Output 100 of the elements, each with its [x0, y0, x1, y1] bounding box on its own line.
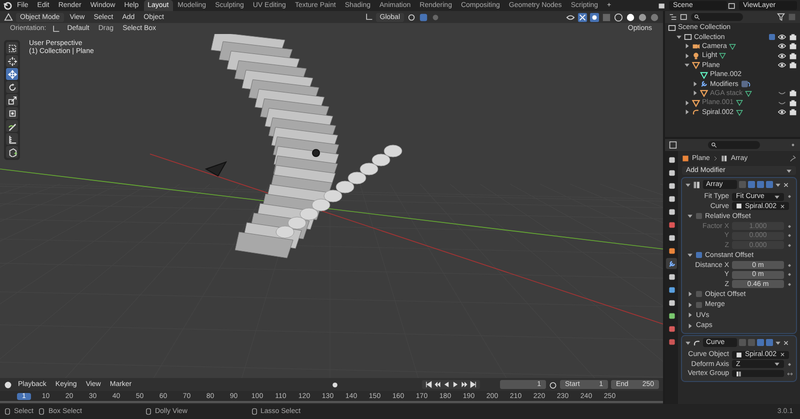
- tool-button[interactable]: [6, 94, 18, 106]
- stopwatch-icon[interactable]: [549, 380, 557, 388]
- pin-icon[interactable]: [789, 155, 796, 162]
- camera-icon[interactable]: [789, 89, 797, 98]
- properties-tab[interactable]: [666, 180, 677, 191]
- swap-arrows-icon[interactable]: [787, 370, 793, 376]
- camera-icon[interactable]: [789, 52, 797, 60]
- expand-arrow-icon[interactable]: [692, 81, 698, 88]
- tool-button[interactable]: [6, 107, 18, 119]
- close-icon[interactable]: [783, 340, 789, 346]
- properties-tab[interactable]: [666, 245, 677, 256]
- caret-icon[interactable]: [774, 361, 780, 367]
- expand-arrow-icon[interactable]: [684, 109, 690, 116]
- play-reverse-icon[interactable]: [442, 381, 450, 388]
- properties-tab[interactable]: [666, 206, 677, 217]
- wireframe-shading-icon[interactable]: [614, 12, 623, 22]
- properties-tab[interactable]: [666, 167, 677, 178]
- modifier-toggle[interactable]: [739, 181, 746, 188]
- play-icon[interactable]: [452, 381, 459, 388]
- filter-icon[interactable]: [777, 13, 785, 21]
- camera-icon[interactable]: [789, 98, 797, 107]
- rendered-shading-icon[interactable]: [650, 12, 659, 22]
- blender-logo-icon[interactable]: [3, 1, 12, 10]
- tool-button[interactable]: [6, 55, 18, 67]
- outliner-editor-icon[interactable]: [669, 13, 677, 21]
- properties-tab[interactable]: [666, 219, 677, 230]
- tool-button[interactable]: [6, 81, 18, 93]
- expand-arrow-icon[interactable]: [687, 322, 693, 328]
- modifier-toggle[interactable]: [757, 339, 764, 346]
- checkbox[interactable]: [696, 213, 702, 219]
- material-shading-icon[interactable]: [638, 12, 647, 22]
- checkbox[interactable]: [696, 302, 702, 308]
- expand-arrow-icon[interactable]: [687, 252, 693, 258]
- camera-icon[interactable]: [789, 61, 797, 70]
- snap-icon[interactable]: [419, 12, 428, 22]
- expand-arrow-icon[interactable]: [684, 52, 690, 59]
- checkbox[interactable]: [696, 291, 702, 297]
- orientation-icon[interactable]: [52, 24, 60, 32]
- search-field[interactable]: [708, 141, 760, 149]
- close-icon[interactable]: [783, 182, 789, 188]
- properties-tab[interactable]: [666, 323, 677, 334]
- overlay-icon[interactable]: [590, 12, 599, 22]
- light-object-icon[interactable]: [312, 149, 320, 157]
- search-field[interactable]: [691, 13, 743, 21]
- expand-arrow-icon[interactable]: [676, 34, 682, 40]
- eye-icon[interactable]: [778, 42, 786, 50]
- expand-arrow-icon[interactable]: [687, 302, 693, 308]
- tool-button[interactable]: [6, 42, 18, 54]
- properties-tab[interactable]: [666, 271, 677, 282]
- properties-tab[interactable]: [666, 154, 677, 165]
- modifier-toggle[interactable]: [748, 339, 755, 346]
- pivot-icon[interactable]: [407, 12, 416, 22]
- tool-button[interactable]: [6, 146, 18, 158]
- eye-icon[interactable]: [778, 61, 786, 70]
- eye-icon[interactable]: [778, 52, 786, 60]
- modifier-toggle[interactable]: [757, 181, 764, 188]
- modifier-toggle[interactable]: [748, 181, 755, 188]
- clear-icon[interactable]: [780, 352, 785, 357]
- properties-tab[interactable]: [666, 284, 677, 295]
- include-checkbox[interactable]: [769, 34, 775, 40]
- prev-keyframe-icon[interactable]: [434, 381, 441, 388]
- jump-start-icon[interactable]: [424, 381, 432, 388]
- modifier-toggle[interactable]: [766, 339, 773, 346]
- expand-arrow-icon[interactable]: [685, 182, 691, 188]
- expand-arrow-icon[interactable]: [687, 291, 693, 297]
- checkbox[interactable]: [696, 252, 702, 258]
- expand-arrow-icon[interactable]: [687, 312, 693, 318]
- solid-shading-icon[interactable]: [626, 12, 635, 22]
- gizmo-icon[interactable]: [578, 12, 587, 22]
- clear-icon[interactable]: [780, 204, 785, 208]
- record-icon[interactable]: [330, 380, 339, 388]
- properties-tab[interactable]: [666, 193, 677, 204]
- array-spiral-drawing[interactable]: [210, 34, 402, 258]
- camera-icon[interactable]: [789, 33, 797, 42]
- modifier-badge-icon[interactable]: [740, 80, 752, 88]
- camera-icon[interactable]: [789, 108, 797, 116]
- jump-end-icon[interactable]: [470, 381, 477, 388]
- transform-axes-icon[interactable]: [364, 13, 373, 21]
- display-mode-icon[interactable]: [680, 13, 688, 21]
- eye-icon[interactable]: [778, 33, 786, 42]
- properties-tab[interactable]: [666, 310, 677, 321]
- expand-arrow-icon[interactable]: [684, 62, 690, 68]
- modifier-toggle[interactable]: [739, 339, 746, 346]
- properties-tab[interactable]: [666, 297, 677, 308]
- caret-icon[interactable]: [775, 340, 781, 346]
- caret-icon[interactable]: [786, 168, 792, 174]
- camera-icon[interactable]: [789, 42, 797, 50]
- camera-object-icon[interactable]: [204, 161, 228, 177]
- modifier-toggle[interactable]: [766, 181, 773, 188]
- tool-button[interactable]: [6, 133, 18, 145]
- next-keyframe-icon[interactable]: [460, 381, 468, 388]
- tool-button[interactable]: [6, 120, 18, 132]
- vertex-group-field[interactable]: [732, 370, 784, 377]
- eye-icon[interactable]: [778, 108, 786, 116]
- visibility-icon[interactable]: [566, 12, 575, 22]
- properties-tab[interactable]: [666, 258, 677, 269]
- editor-type-icon[interactable]: [4, 12, 13, 22]
- expand-arrow-icon[interactable]: [685, 340, 691, 346]
- properties-tab[interactable]: [666, 232, 677, 243]
- expand-arrow-icon[interactable]: [684, 43, 690, 50]
